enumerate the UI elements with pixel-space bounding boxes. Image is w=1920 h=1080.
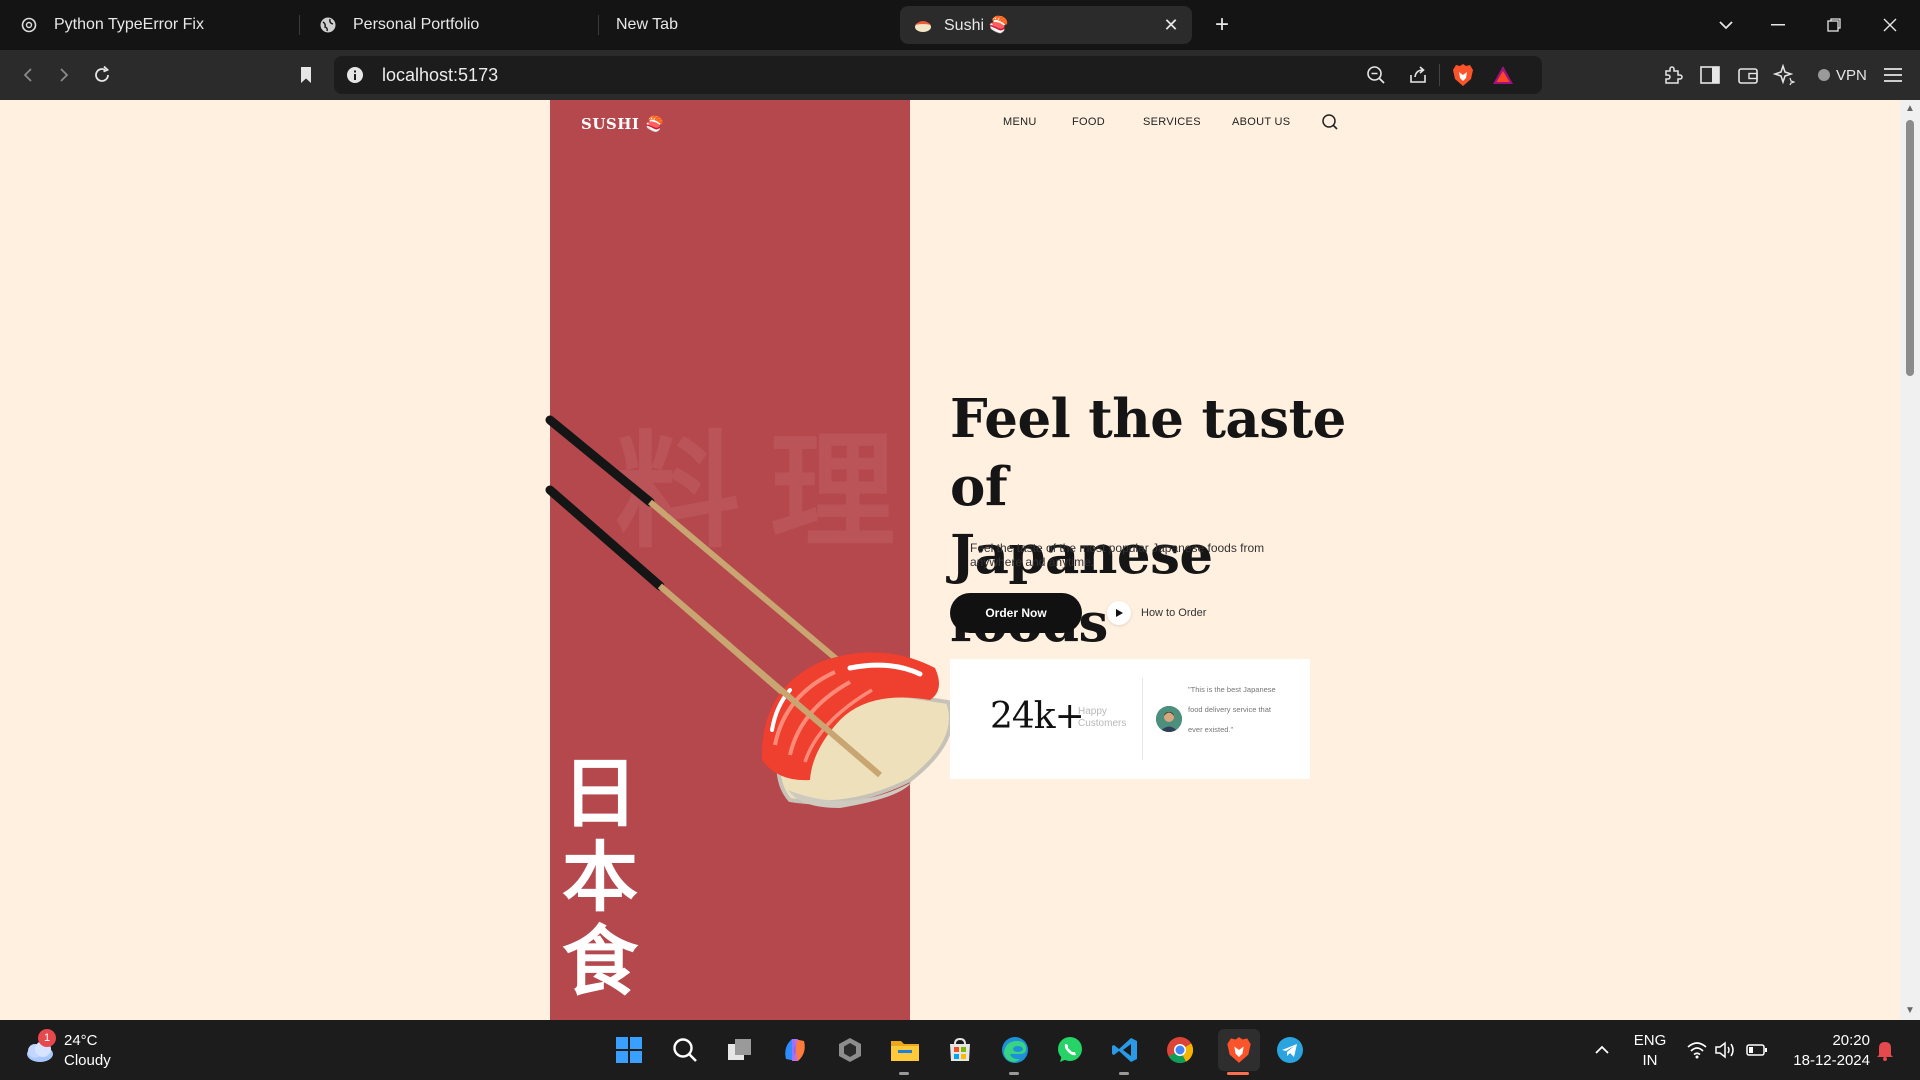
show-hidden-icons-chevron-icon[interactable] (1585, 1033, 1619, 1067)
site-logo[interactable]: SUSHI 🍣 (581, 115, 664, 133)
globe-icon (319, 16, 337, 34)
language-indicator-line2[interactable]: IN (1630, 1052, 1670, 1069)
nav-about-us[interactable]: ABOUT US (1232, 116, 1290, 128)
minimize-icon[interactable] (1750, 0, 1806, 50)
testimonial-quote: "This is the best Japanese food delivery… (1188, 685, 1276, 734)
wallet-icon[interactable] (1735, 62, 1761, 88)
site-info-icon[interactable] (346, 66, 364, 84)
share-icon[interactable] (1405, 62, 1431, 88)
clock-time[interactable]: 20:20 (1782, 1032, 1870, 1049)
browser-tab-bar: Python TypeError Fix Personal Portfolio … (0, 0, 1920, 50)
order-now-button[interactable]: Order Now (950, 593, 1082, 633)
whatsapp-icon[interactable] (1053, 1033, 1087, 1067)
scroll-down-icon[interactable]: ▼ (1905, 1006, 1915, 1016)
file-explorer-icon[interactable] (888, 1033, 922, 1067)
telegram-icon[interactable] (1273, 1033, 1307, 1067)
logo-text: SUSHI 🍣 (581, 115, 665, 133)
back-icon[interactable] (15, 62, 41, 88)
card-divider (1142, 678, 1143, 760)
reload-icon[interactable] (89, 62, 115, 88)
search-icon[interactable] (1320, 112, 1340, 132)
vpn-status-icon (1818, 69, 1830, 81)
menu-hamburger-icon[interactable] (1880, 62, 1906, 88)
copilot-icon[interactable] (778, 1033, 812, 1067)
weather-temperature: 24°C (64, 1032, 98, 1049)
customer-count: 24k+ (990, 696, 1085, 737)
windows-taskbar: 1 24°C Cloudy ENG IN 20:20 18-12-2024 (0, 1020, 1920, 1080)
close-window-icon[interactable] (1862, 0, 1918, 50)
volume-icon[interactable] (1708, 1033, 1742, 1067)
tab-title: Sushi 🍣 (944, 17, 1009, 34)
tab-personal-portfolio[interactable]: Personal Portfolio (319, 0, 479, 50)
bookmark-icon[interactable] (293, 62, 319, 88)
clock-date[interactable]: 18-12-2024 (1782, 1052, 1870, 1069)
tab-search-chevron-icon[interactable] (1698, 0, 1754, 50)
scroll-thumb[interactable] (1906, 120, 1914, 376)
restore-icon[interactable] (1806, 0, 1862, 50)
kanji-char: 食 (562, 917, 638, 1006)
task-view-icon[interactable] (723, 1033, 757, 1067)
avatar (1156, 706, 1182, 732)
sidebar-icon[interactable] (1697, 62, 1723, 88)
scroll-up-icon[interactable]: ▲ (1905, 104, 1915, 114)
nav-services[interactable]: SERVICES (1143, 116, 1201, 128)
new-tab-plus-icon[interactable]: + (1210, 0, 1234, 50)
brave-browser-icon[interactable] (1218, 1029, 1260, 1071)
close-tab-icon[interactable]: ✕ (1162, 16, 1180, 34)
search-taskbar-icon[interactable] (668, 1033, 702, 1067)
zoom-icon[interactable] (1363, 62, 1389, 88)
vscode-icon[interactable] (1108, 1033, 1142, 1067)
tab-title: Python TypeError Fix (54, 16, 204, 33)
battery-icon[interactable] (1740, 1033, 1774, 1067)
customer-count-label: Happy Customers (1078, 706, 1127, 729)
address-bar[interactable]: localhost:5173 (334, 56, 1542, 94)
tab-title: New Tab (616, 16, 678, 33)
tab-sushi[interactable]: Sushi 🍣 ✕ (900, 6, 1192, 44)
sushi-favicon-icon (914, 16, 932, 34)
how-to-order-link[interactable]: How to Order (1141, 607, 1206, 619)
url-text: localhost:5173 (382, 65, 499, 85)
forward-icon[interactable] (51, 62, 77, 88)
extensions-icon[interactable] (1660, 62, 1686, 88)
leo-ai-icon[interactable] (1771, 62, 1797, 88)
notification-bell-icon[interactable] (1868, 1033, 1902, 1067)
browser-toolbar: localhost:5173 VPN (0, 50, 1920, 100)
tab-title: Personal Portfolio (353, 16, 480, 33)
openai-icon (20, 16, 38, 34)
microsoft-store-icon[interactable] (943, 1033, 977, 1067)
page-viewport: 料理 SUSHI 🍣 日 本 食 MENU FOOD SERVICES ABOU… (0, 100, 1900, 1020)
weather-description: Cloudy (64, 1052, 111, 1069)
brave-rewards-icon[interactable] (1490, 62, 1516, 88)
language-indicator-line1[interactable]: ENG (1630, 1032, 1670, 1049)
hero-title-line-1: Feel the taste of (950, 388, 1346, 518)
github-desktop-icon[interactable] (833, 1033, 867, 1067)
sushi-chopsticks-illustration (545, 415, 953, 808)
chrome-icon[interactable] (1163, 1033, 1197, 1067)
nav-menu[interactable]: MENU (1003, 116, 1037, 128)
nav-food[interactable]: FOOD (1072, 116, 1105, 128)
windows-start-icon[interactable] (612, 1033, 646, 1067)
vpn-button[interactable]: VPN (1808, 60, 1877, 90)
weather-notification-badge: 1 (38, 1029, 56, 1047)
play-icon[interactable] (1107, 601, 1131, 625)
tab-python-typeerror-fix[interactable]: Python TypeError Fix (20, 0, 204, 50)
vpn-label: VPN (1836, 66, 1867, 84)
hero-subtitle: Feel the taste of the most popular Japan… (970, 541, 1265, 569)
page-scrollbar[interactable]: ▲ ▼ (1900, 100, 1920, 1020)
tab-new-tab[interactable]: New Tab (616, 0, 678, 50)
brave-shields-icon[interactable] (1450, 62, 1476, 88)
edge-icon[interactable] (998, 1033, 1032, 1067)
